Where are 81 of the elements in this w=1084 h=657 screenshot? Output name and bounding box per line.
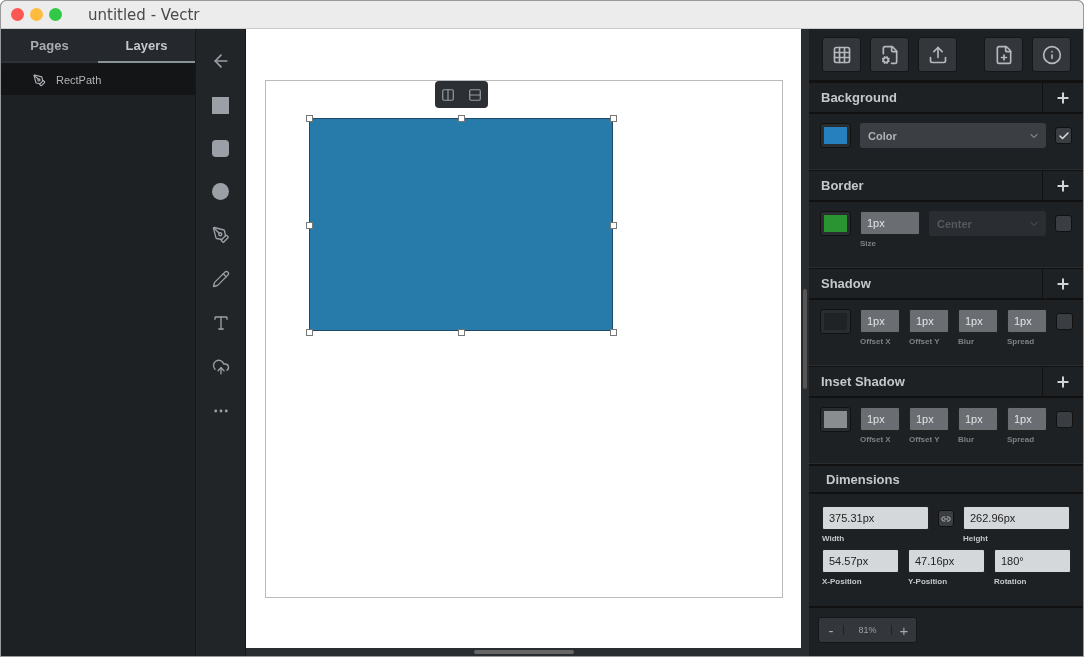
value-field[interactable]: 1px — [1007, 309, 1047, 333]
color-swatch[interactable] — [820, 211, 851, 236]
panel-tab[interactable]: Pages — [1, 29, 98, 63]
field-label: Rotation — [994, 577, 1028, 586]
field-label: Blur — [958, 435, 975, 444]
zoom-in-button[interactable]: + — [892, 618, 916, 642]
field-label: Size — [860, 239, 877, 248]
zoom-level: 81% — [843, 625, 892, 635]
document-settings-icon[interactable] — [870, 37, 909, 72]
resize-handle[interactable] — [610, 222, 617, 229]
checkbox[interactable] — [1056, 313, 1073, 330]
panel-tab[interactable]: Layers — [98, 29, 195, 63]
field-label: Width — [822, 534, 846, 543]
field-label: Offset Y — [909, 435, 941, 444]
pen-icon — [33, 73, 46, 87]
value-field[interactable]: 1px — [909, 407, 949, 431]
plus-icon — [1055, 177, 1071, 194]
cloud-upload-icon[interactable] — [211, 358, 230, 376]
plus-icon — [1055, 89, 1071, 106]
checkbox[interactable] — [1055, 215, 1072, 232]
field-label: Spread — [1007, 435, 1036, 444]
value-field[interactable]: 1px — [860, 407, 900, 431]
plus-icon — [1055, 373, 1071, 390]
ellipse-tool-icon[interactable] — [212, 183, 229, 200]
checkbox[interactable] — [1056, 411, 1073, 428]
value-field[interactable]: 1px — [860, 309, 900, 333]
value-field[interactable]: 262.96px — [963, 506, 1070, 530]
scrollbar-thumb[interactable] — [803, 289, 807, 389]
section-title: Background — [820, 89, 898, 107]
plus-icon — [1055, 275, 1071, 292]
section-title: Border — [820, 177, 865, 195]
value-field[interactable]: 375.31px — [822, 506, 929, 530]
dropdown[interactable]: Color — [860, 123, 1046, 148]
color-swatch[interactable] — [820, 309, 851, 334]
resize-handle[interactable] — [458, 115, 465, 122]
resize-handle[interactable] — [610, 329, 617, 336]
section-title: Dimensions — [809, 464, 1083, 494]
value-field[interactable]: 1px — [909, 309, 949, 333]
flip-vertical-icon[interactable] — [467, 87, 482, 102]
flip-horizontal-icon[interactable] — [441, 87, 456, 102]
resize-handle[interactable] — [306, 115, 313, 122]
window-title: untitled - Vectr — [88, 5, 200, 24]
zoom-out-button[interactable]: - — [819, 618, 843, 642]
value-field[interactable]: 1px — [958, 309, 998, 333]
resize-handle[interactable] — [306, 329, 313, 336]
checkbox[interactable] — [1055, 127, 1072, 144]
field-label: X-Position — [822, 577, 863, 586]
field-label: Spread — [1007, 337, 1036, 346]
new-document-icon[interactable] — [984, 37, 1023, 72]
field-label: Y-Position — [908, 577, 949, 586]
text-tool-icon[interactable] — [211, 314, 230, 332]
value-field[interactable]: 1px — [860, 211, 920, 235]
field-label: Height — [963, 534, 989, 543]
value-field[interactable]: 1px — [1007, 407, 1047, 431]
section-title: Inset Shadow — [820, 373, 906, 391]
value-field[interactable]: 180° — [994, 549, 1071, 573]
color-swatch[interactable] — [820, 123, 851, 148]
rounded-rectangle-tool-icon[interactable] — [212, 140, 229, 157]
close-button[interactable] — [11, 8, 24, 21]
layer-item[interactable]: RectPath — [1, 65, 195, 95]
link-icon — [941, 513, 951, 524]
resize-handle[interactable] — [458, 329, 465, 336]
resize-handle[interactable] — [610, 115, 617, 122]
check-icon — [1057, 129, 1070, 142]
resize-handle[interactable] — [306, 222, 313, 229]
section-title: Shadow — [820, 275, 872, 293]
pen-tool-icon[interactable] — [211, 226, 230, 244]
link-button[interactable] — [938, 510, 954, 527]
field-label: Offset X — [860, 435, 892, 444]
scrollbar-thumb[interactable] — [474, 650, 574, 654]
info-icon[interactable] — [1032, 37, 1071, 72]
grid-icon[interactable] — [822, 37, 861, 72]
value-field[interactable]: 54.57px — [822, 549, 899, 573]
field-label: Offset X — [860, 337, 892, 346]
pencil-tool-icon[interactable] — [211, 270, 230, 288]
color-swatch[interactable] — [820, 407, 851, 432]
field-label: Blur — [958, 337, 975, 346]
export-icon[interactable] — [918, 37, 957, 72]
value-field[interactable]: 47.16px — [908, 549, 985, 573]
field-label: Offset Y — [909, 337, 941, 346]
value-field[interactable]: 1px — [958, 407, 998, 431]
